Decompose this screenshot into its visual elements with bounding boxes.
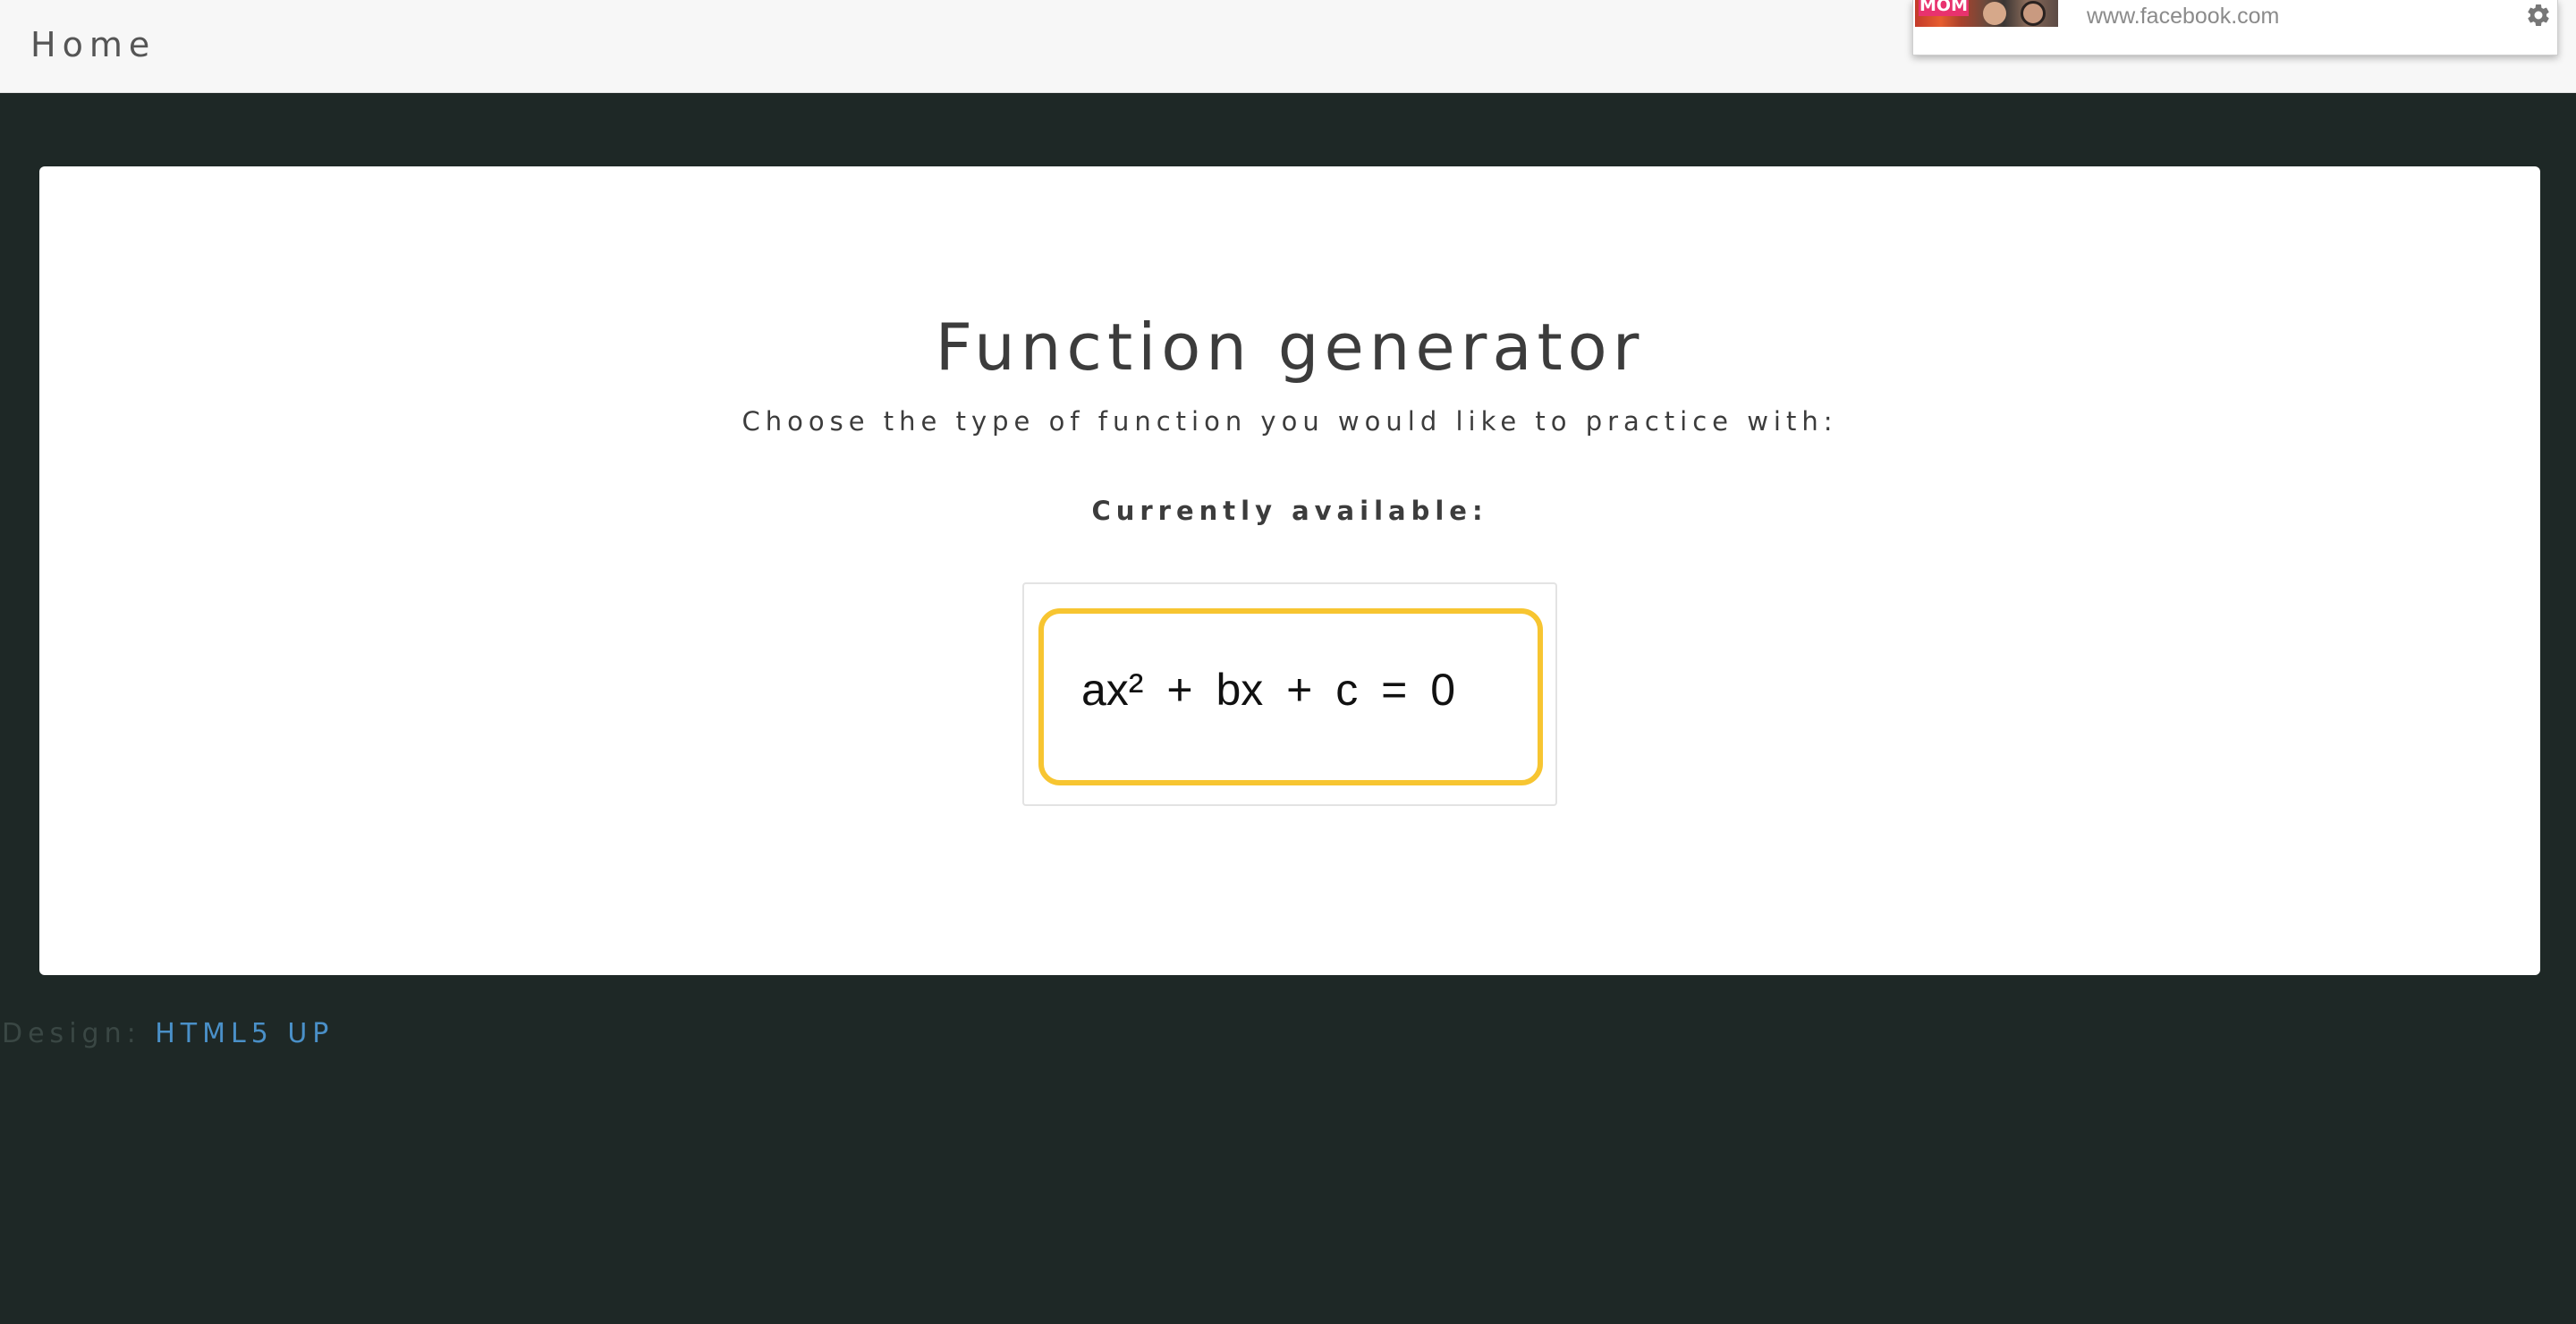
page-subtitle: Choose the type of function you would li… (741, 406, 1838, 437)
footer: Design: HTML5 UP (2, 1018, 334, 1049)
thumbnail-badge: MOM (1919, 0, 1969, 16)
footer-design-label: Design: (2, 1018, 156, 1049)
available-heading: Currently available: (1091, 496, 1488, 526)
quadratic-function-button[interactable]: ax² + bx + c = 0 (1038, 608, 1543, 785)
thumbnail-face (1983, 2, 2006, 25)
page-title: Function generator (935, 310, 1645, 385)
footer-html5up-link[interactable]: HTML5 UP (155, 1018, 334, 1049)
notification-url: www.facebook.com (2087, 4, 2280, 29)
gear-icon[interactable] (2525, 2, 2552, 29)
function-option-frame: ax² + bx + c = 0 (1022, 582, 1557, 806)
notification-popup[interactable]: MOM www.facebook.com (1912, 0, 2558, 55)
notification-thumbnail: MOM (1915, 0, 2058, 27)
thumbnail-face (2021, 1, 2046, 26)
main-card: Function generator Choose the type of fu… (39, 166, 2540, 975)
formula-text: ax² + bx + c = 0 (1081, 665, 1456, 715)
home-link[interactable]: Home (30, 25, 156, 64)
